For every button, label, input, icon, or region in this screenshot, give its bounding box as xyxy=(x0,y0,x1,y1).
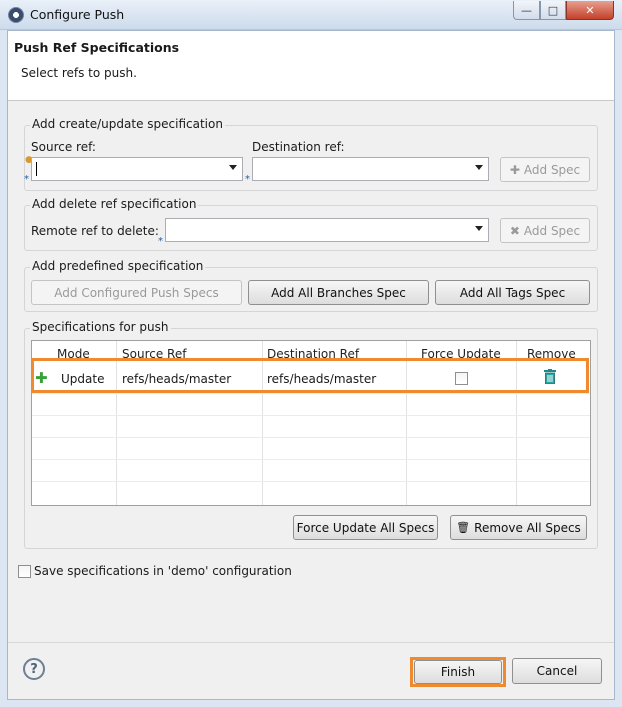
row-divider xyxy=(32,393,590,394)
row-divider xyxy=(32,437,590,438)
chevron-down-icon xyxy=(229,165,237,170)
chevron-down-icon xyxy=(475,226,483,231)
save-config-checkbox[interactable] xyxy=(18,565,31,578)
chevron-down-icon xyxy=(475,165,483,170)
remove-all-icon: 🗑 xyxy=(456,521,471,534)
predefined-spec-group-label: Add predefined specification xyxy=(30,259,206,273)
text-cursor xyxy=(36,162,37,176)
help-icon[interactable]: ? xyxy=(23,658,45,680)
add-spec-label: Add Spec xyxy=(523,223,581,238)
delete-x-icon: ✖ xyxy=(509,223,520,238)
row-highlight-annotation xyxy=(31,358,589,393)
maximize-icon: □ xyxy=(547,3,559,17)
create-spec-group-label: Add create/update specification xyxy=(30,117,225,131)
source-ref-combo[interactable] xyxy=(31,157,243,181)
close-button[interactable]: ✕ xyxy=(566,1,614,20)
cancel-button[interactable]: Cancel xyxy=(512,658,602,684)
remove-all-specs-button[interactable]: 🗑 Remove All Specs xyxy=(450,515,587,540)
plus-icon: ✚ xyxy=(509,162,520,177)
close-icon: ✕ xyxy=(585,3,595,17)
specs-group-label: Specifications for push xyxy=(30,320,171,334)
add-all-branches-spec-button[interactable]: Add All Branches Spec xyxy=(248,280,429,305)
maximize-button[interactable]: □ xyxy=(540,1,566,20)
force-update-all-specs-button[interactable]: Force Update All Specs xyxy=(293,515,438,540)
finish-highlight-annotation xyxy=(410,657,506,687)
add-delete-spec-button[interactable]: ✖ Add Spec xyxy=(500,218,590,243)
destination-ref-combo[interactable] xyxy=(252,157,489,181)
row-divider xyxy=(32,415,590,416)
add-spec-button[interactable]: ✚ Add Spec xyxy=(500,157,590,182)
delete-spec-group-label: Add delete ref specification xyxy=(30,197,199,211)
remove-all-specs-label: Remove All Specs xyxy=(474,520,581,535)
add-spec-label: Add Spec xyxy=(523,162,581,177)
minimize-icon: — xyxy=(521,3,532,17)
required-marker-icon: * xyxy=(245,174,250,185)
page-title: Push Ref Specifications xyxy=(14,40,180,55)
destination-ref-label: Destination ref: xyxy=(252,140,345,154)
required-marker-icon: * xyxy=(24,174,29,185)
required-marker-icon: * xyxy=(158,236,163,247)
eclipse-app-icon xyxy=(8,7,24,23)
save-config-label[interactable]: Save specifications in 'demo' configurat… xyxy=(34,564,292,578)
add-all-tags-spec-button[interactable]: Add All Tags Spec xyxy=(435,280,590,305)
source-ref-label: Source ref: xyxy=(31,140,96,154)
page-subtitle: Select refs to push. xyxy=(21,66,137,80)
minimize-button[interactable]: — xyxy=(513,1,540,20)
window-title: Configure Push xyxy=(30,7,125,22)
row-divider xyxy=(32,481,590,482)
add-configured-push-specs-button[interactable]: Add Configured Push Specs xyxy=(31,280,242,305)
remote-ref-combo[interactable] xyxy=(165,218,489,242)
footer-divider xyxy=(8,642,614,643)
row-divider xyxy=(32,459,590,460)
remote-ref-label: Remote ref to delete: xyxy=(31,224,159,238)
